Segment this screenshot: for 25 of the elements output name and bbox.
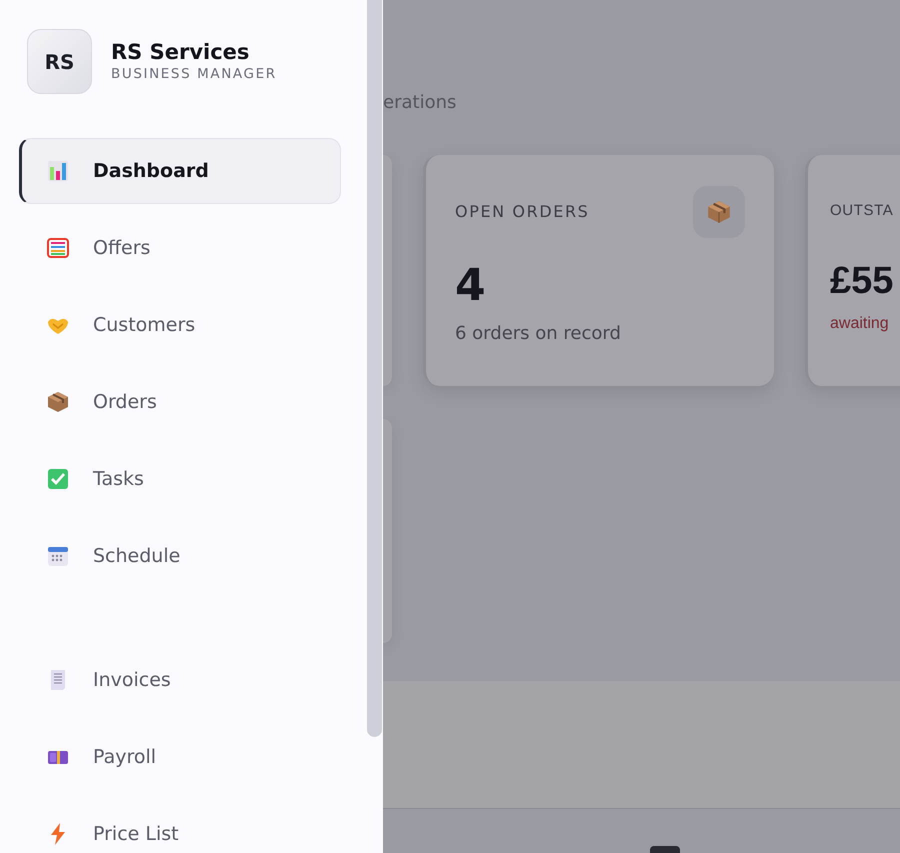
check-mark-icon [46,467,70,491]
card-value: 4 [455,260,487,311]
card-value: £55 [830,260,894,303]
nav-item[interactable]: Tasks [19,446,341,512]
bar-chart-icon [46,159,70,183]
nav-item[interactable]: Payroll [19,724,341,790]
nav-item[interactable]: Schedule [19,523,341,589]
page-subtitle: erations [383,92,458,115]
app-title: RS Services [111,40,250,64]
nav-item[interactable]: Dashboard [19,138,341,204]
nav-item[interactable]: Customers [19,292,341,358]
package-icon [46,390,70,414]
card-label: OPEN ORDERS [455,202,590,221]
package-icon [693,186,745,238]
card-label: OUTSTA [830,202,894,219]
logo-badge: RS [27,29,92,94]
calendar-icon [46,544,70,568]
scrollbar-thumb[interactable] [367,0,382,737]
nav-item[interactable]: Orders [19,369,341,435]
nav-item[interactable]: Offers [19,215,341,281]
card-note: awaiting [830,315,890,333]
card-note: 6 orders on record [455,323,622,344]
nav-item[interactable]: Price List [19,801,341,853]
app-subtitle: BUSINESS MANAGER [111,66,277,82]
nav-item[interactable]: Invoices [19,647,341,713]
